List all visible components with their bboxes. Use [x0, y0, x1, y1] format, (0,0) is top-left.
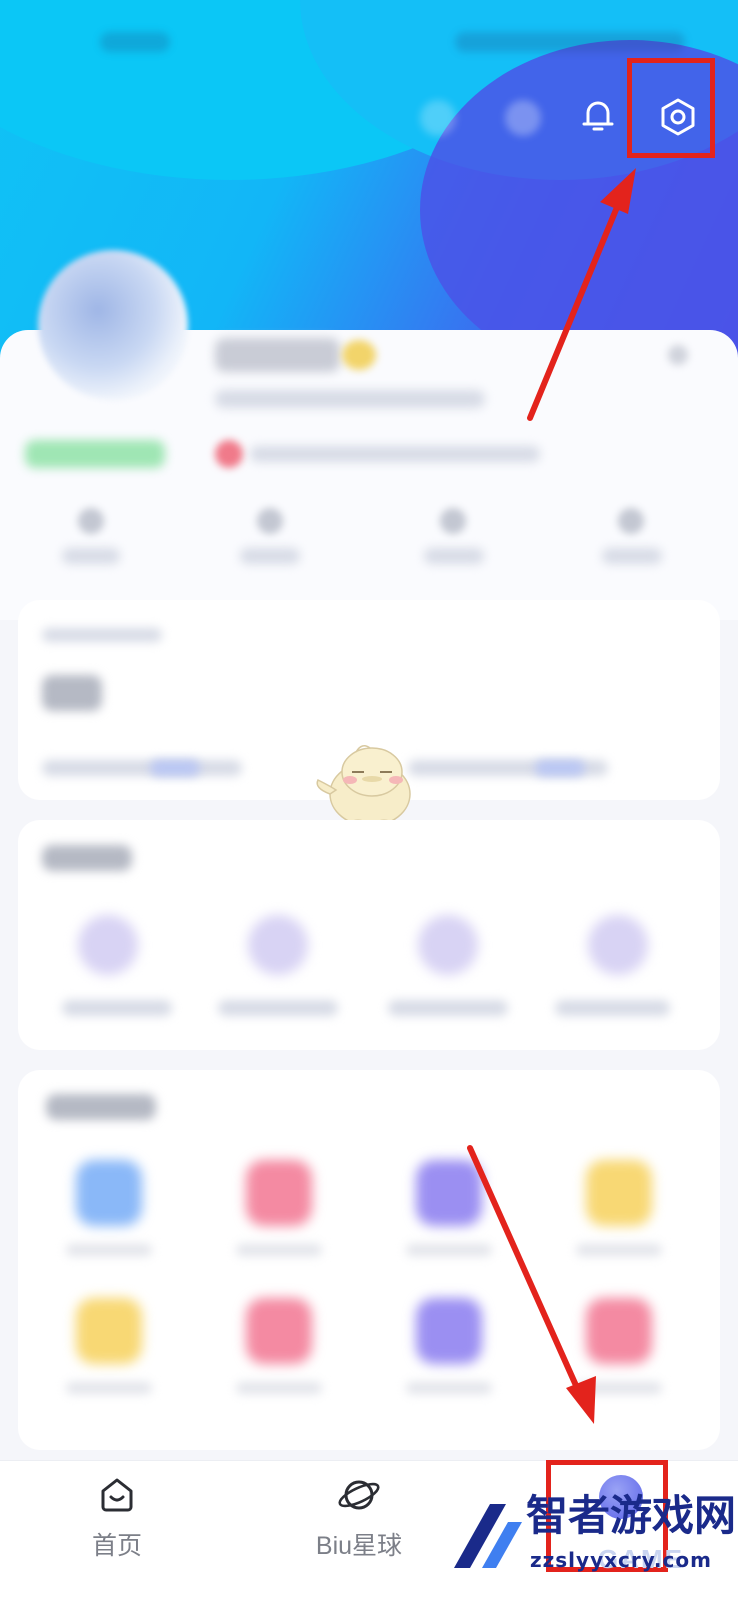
nav-biu-planet-label: Biu星球 — [315, 1532, 403, 1560]
notice-icon — [215, 440, 243, 468]
activity-icon[interactable] — [418, 915, 478, 975]
nav-home[interactable]: 首页 — [42, 1475, 192, 1562]
planet-icon — [338, 1480, 380, 1510]
user-avatar[interactable] — [38, 250, 188, 400]
mascot-image — [312, 738, 424, 830]
service-label — [236, 1244, 322, 1256]
service-label — [576, 1382, 662, 1394]
balance-link[interactable] — [150, 760, 200, 776]
balance-title — [42, 628, 162, 642]
site-watermark: 智者游戏网 GAME zzslyyxcry.com — [448, 1478, 738, 1596]
bell-icon[interactable] — [580, 98, 616, 134]
balance-link[interactable] — [535, 760, 585, 776]
service-label — [236, 1382, 322, 1394]
watermark-title: 智者游戏网 — [526, 1491, 737, 1540]
home-icon — [101, 1478, 133, 1512]
watermark-url: zzslyyxcry.com — [530, 1548, 712, 1572]
user-signature — [215, 390, 485, 408]
service-icon[interactable] — [246, 1160, 312, 1226]
stat-label — [240, 548, 300, 564]
status-bar-indicators — [455, 32, 685, 52]
watermark-logo — [454, 1504, 522, 1568]
service-icon[interactable] — [586, 1298, 652, 1364]
activity-label — [62, 1000, 172, 1016]
level-tag — [25, 440, 165, 468]
blurred-header-icon[interactable] — [420, 100, 456, 136]
settings-icon[interactable] — [658, 97, 698, 137]
stat-label — [424, 548, 484, 564]
status-bar-time — [100, 32, 170, 52]
activity-icon[interactable] — [78, 915, 138, 975]
notice-text — [250, 446, 540, 462]
stat-label — [62, 548, 120, 564]
service-label — [406, 1382, 492, 1394]
service-label — [66, 1244, 152, 1256]
service-icon[interactable] — [246, 1298, 312, 1364]
chevron-right-icon[interactable] — [668, 345, 688, 365]
stat-icon[interactable] — [440, 508, 466, 534]
service-icon[interactable] — [76, 1298, 142, 1364]
service-icon[interactable] — [416, 1160, 482, 1226]
nav-biu-planet[interactable]: Biu星球 — [284, 1475, 434, 1562]
stat-label — [602, 548, 662, 564]
nav-home-label: 首页 — [91, 1532, 142, 1560]
activity-section-title — [42, 845, 132, 871]
stat-icon[interactable] — [257, 508, 283, 534]
activity-icon[interactable] — [588, 915, 648, 975]
username — [215, 338, 340, 372]
vip-badge-icon — [342, 340, 376, 370]
balance-value — [42, 675, 102, 711]
blurred-header-icon[interactable] — [505, 100, 541, 136]
stat-icon[interactable] — [618, 508, 644, 534]
service-icon[interactable] — [416, 1298, 482, 1364]
service-icon[interactable] — [586, 1160, 652, 1226]
activity-icon[interactable] — [248, 915, 308, 975]
service-label — [406, 1244, 492, 1256]
activity-label — [388, 1000, 508, 1016]
service-label — [576, 1244, 662, 1256]
activity-label — [218, 1000, 338, 1016]
services-section-title — [46, 1094, 156, 1120]
service-label — [66, 1382, 152, 1394]
activity-label — [555, 1000, 670, 1016]
stat-icon[interactable] — [78, 508, 104, 534]
balance-detail-left — [42, 760, 242, 776]
service-icon[interactable] — [76, 1160, 142, 1226]
